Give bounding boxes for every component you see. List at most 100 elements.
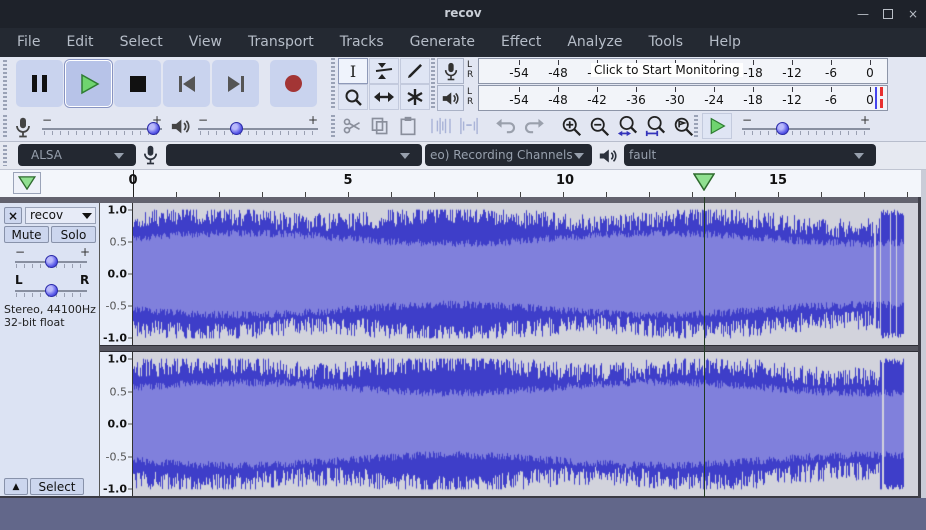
stop-button[interactable]	[114, 60, 161, 107]
track-title-menu[interactable]: recov	[25, 207, 96, 224]
minimize-icon[interactable]: —	[855, 7, 871, 21]
mixer-grip[interactable]	[3, 115, 7, 139]
menu-transport[interactable]: Transport	[235, 28, 327, 57]
menu-generate[interactable]: Generate	[397, 28, 488, 57]
play-meter-button[interactable]	[437, 85, 464, 111]
maximize-icon[interactable]	[880, 7, 896, 21]
paste-button[interactable]	[394, 113, 421, 139]
collapse-icon: ▲	[13, 482, 20, 492]
play-meter[interactable]: -54-48-42-36-30-24-18-12-60	[478, 85, 888, 111]
pinned-play-head-icon	[18, 176, 36, 190]
timeline-label: 15	[769, 173, 787, 188]
monitor-prompt[interactable]: Click to Start Monitoring	[591, 63, 743, 77]
zoom-fit-button[interactable]	[642, 113, 669, 139]
draw-tool-button[interactable]	[400, 58, 430, 84]
cut-button[interactable]	[338, 113, 365, 139]
play-icon	[78, 73, 100, 95]
close-icon[interactable]: ×	[905, 7, 921, 21]
playback-device-select[interactable]: fault	[624, 144, 876, 166]
gain-slider-thumb[interactable]	[45, 255, 58, 268]
menu-file[interactable]: File	[4, 28, 53, 57]
zoom-tool-button[interactable]	[338, 84, 368, 110]
meter-tick	[558, 87, 559, 92]
record-meter[interactable]: Click to Start Monitoring -54-48-42-36-3…	[478, 58, 888, 84]
timeline-label: 5	[343, 173, 352, 188]
scale-tick	[128, 274, 132, 275]
record-meter-channel-labels: LR	[467, 60, 473, 80]
record-meter-button[interactable]	[437, 58, 464, 84]
channel-separator[interactable]	[100, 345, 921, 352]
play-at-speed-button[interactable]	[702, 113, 732, 139]
zoom-out-button[interactable]	[586, 113, 613, 139]
pause-icon	[32, 75, 47, 92]
undo-button[interactable]	[492, 113, 519, 139]
play-head-marker-icon[interactable]	[693, 173, 715, 191]
pause-button[interactable]	[16, 60, 63, 107]
menu-analyze[interactable]: Analyze	[554, 28, 635, 57]
silence-button[interactable]	[455, 113, 482, 139]
mute-button[interactable]: Mute	[4, 226, 49, 243]
track-close-button[interactable]: ×	[4, 207, 22, 224]
vertical-scrollbar[interactable]	[921, 170, 926, 498]
pan-slider-thumb[interactable]	[45, 284, 58, 297]
speed-slider-thumb[interactable]	[776, 122, 789, 135]
audio-host-select[interactable]: ALSA	[18, 144, 136, 166]
menu-tools[interactable]: Tools	[636, 28, 697, 57]
edit-grip[interactable]	[331, 115, 335, 139]
meter-tick-label: -12	[782, 66, 802, 80]
selection-tool-button[interactable]: I	[338, 58, 368, 84]
record-volume-thumb[interactable]	[147, 122, 160, 135]
device-grip[interactable]	[3, 145, 7, 166]
track-select-button[interactable]: Select	[30, 478, 84, 495]
recording-device-select[interactable]	[166, 144, 422, 166]
track-format-info: Stereo, 44100Hz 32-bit float	[4, 303, 96, 329]
pinned-play-head-button[interactable]	[13, 172, 41, 194]
menu-view[interactable]: View	[176, 28, 235, 57]
collapse-track-button[interactable]: ▲	[4, 478, 28, 495]
zoom-in-button[interactable]	[558, 113, 585, 139]
playback-device-value: fault	[629, 148, 656, 162]
waveform-channel-1[interactable]	[133, 203, 918, 345]
waveform-channel-2[interactable]	[133, 352, 918, 496]
time-shift-tool-button[interactable]	[369, 84, 399, 110]
play-volume-thumb[interactable]	[230, 122, 243, 135]
solo-button[interactable]: Solo	[51, 226, 96, 243]
play-button[interactable]	[65, 60, 112, 107]
record-button[interactable]	[270, 60, 317, 107]
scale-tick	[128, 489, 132, 490]
recording-channels-select[interactable]: eo) Recording Channels	[425, 144, 592, 166]
track-rate-info: Stereo, 44100Hz	[4, 303, 96, 316]
zoom-toggle-button[interactable]	[670, 113, 697, 139]
menu-effect[interactable]: Effect	[488, 28, 554, 57]
meter-grip[interactable]	[431, 58, 435, 110]
envelope-tool-button[interactable]	[369, 58, 399, 84]
meter-tick	[519, 60, 520, 65]
meter-tick	[870, 60, 871, 65]
tools-grip[interactable]	[331, 58, 335, 110]
scale-tick	[128, 210, 132, 211]
multi-tool-button[interactable]	[400, 84, 430, 110]
meter-tick	[831, 60, 832, 65]
vertical-ruler-ch1[interactable]: 1.00.50.0-0.5-1.0	[100, 203, 133, 345]
trim-outside-button[interactable]	[427, 113, 454, 139]
menu-select[interactable]: Select	[107, 28, 176, 57]
scale-label: 1.0	[108, 204, 128, 217]
zoom-selection-button[interactable]	[614, 113, 641, 139]
menu-help[interactable]: Help	[696, 28, 754, 57]
speed-slider[interactable]	[742, 128, 870, 130]
skip-to-start-button[interactable]	[163, 60, 210, 107]
draw-tool-icon	[406, 62, 424, 80]
redo-button[interactable]	[520, 113, 547, 139]
menu-tracks[interactable]: Tracks	[327, 28, 397, 57]
skip-to-end-button[interactable]	[212, 60, 259, 107]
play-volume-slider[interactable]	[198, 128, 318, 130]
vertical-ruler-ch2[interactable]: 1.00.50.0-0.5-1.0	[100, 352, 133, 496]
copy-button[interactable]	[366, 113, 393, 139]
envelope-tool-icon	[374, 62, 394, 80]
menu-edit[interactable]: Edit	[53, 28, 106, 57]
record-volume-slider[interactable]	[42, 128, 162, 130]
meter-tick	[753, 87, 754, 92]
timeline-ruler[interactable]: 051015	[0, 170, 926, 197]
transport-grip[interactable]	[3, 60, 7, 110]
meter-tick-label: -30	[665, 93, 685, 107]
